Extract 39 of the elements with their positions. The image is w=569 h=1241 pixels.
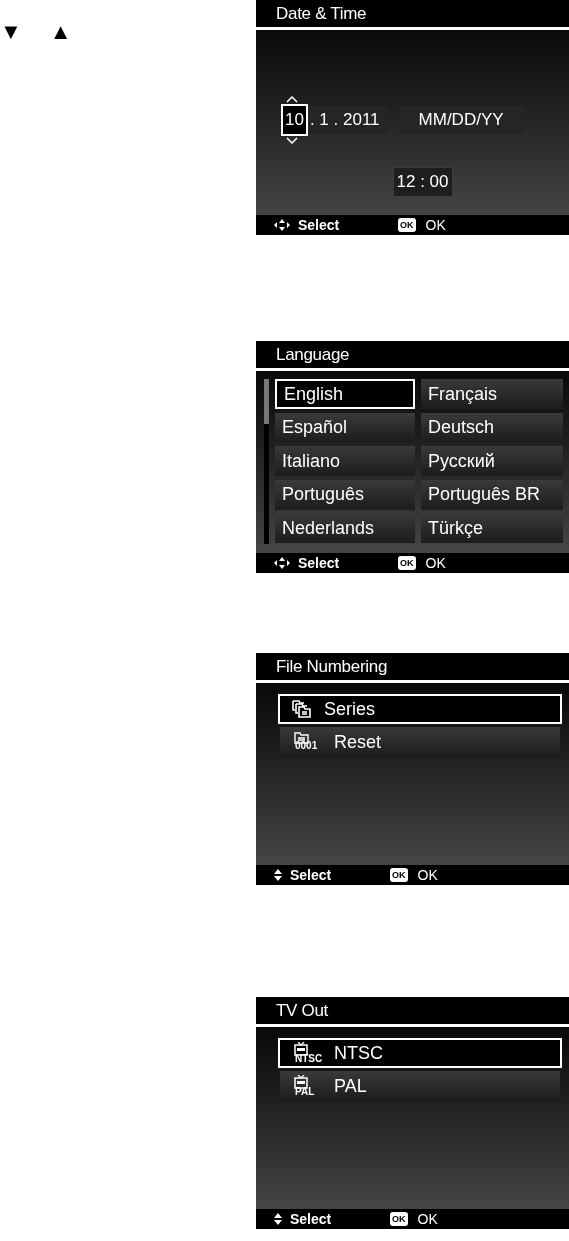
ok-key-badge: OK [390,868,408,882]
arrow-symbol: ▼ [0,20,22,44]
menu-item[interactable]: NTSC NTSC [278,1038,562,1068]
screen-title: Date & Time [276,2,367,25]
four-way-arrows-icon [274,219,290,231]
time-field[interactable]: 12 : 00 [392,167,453,197]
select-hint: Select [290,1209,333,1229]
date-format-option[interactable]: MM/DD/YY [399,106,523,134]
ok-hint: OK [425,553,446,573]
folders-icon [292,700,312,718]
menu-item[interactable]: PAL PAL [280,1071,560,1101]
up-down-arrows-icon [274,869,282,881]
menu-item[interactable]: Series [278,694,562,724]
scrollbar-thumb [264,379,269,424]
select-hint: Select [298,553,341,573]
four-way-arrows-icon [274,557,290,569]
menu-item[interactable]: 0001 Reset [280,727,560,757]
ok-key-badge: OK [398,556,416,570]
date-segment[interactable]: . 1 . 2011 [307,104,382,136]
language-option[interactable]: English [275,379,415,409]
language-option[interactable]: Italiano [275,446,415,477]
arrow-symbol: ▲ [49,20,72,44]
ok-key-badge: OK [390,1212,408,1226]
screen-title: Language [276,343,350,366]
select-hint: Select [298,215,341,235]
date-field[interactable]: 10 . 1 . 2011 [281,106,388,134]
up-down-arrows-icon [274,1213,282,1225]
screen-title: File Numbering [276,655,388,678]
date-segment[interactable]: 10 [281,104,308,136]
ok-hint: OK [425,215,446,235]
language-option[interactable]: Português [275,479,415,510]
language-option[interactable]: Português BR [421,479,563,510]
ok-hint: OK [417,865,438,885]
language-option[interactable]: Français [421,379,563,409]
ok-key-badge: OK [398,218,416,232]
ok-hint: OK [417,1209,438,1229]
select-hint: Select [290,865,333,885]
screen-title: TV Out [276,999,329,1022]
language-option[interactable]: Русский [421,446,563,477]
